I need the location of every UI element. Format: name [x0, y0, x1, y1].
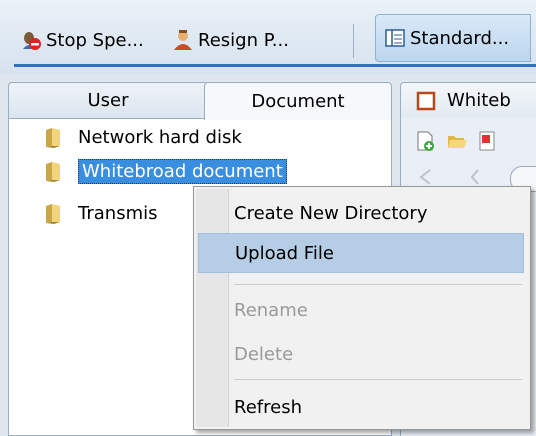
stop-speaking-label: Stop Spe... [46, 29, 144, 51]
menu-item-refresh[interactable]: Refresh [198, 387, 524, 427]
menu-item-label: Create New Directory [234, 202, 428, 224]
folder-icon [44, 126, 64, 148]
tab-user[interactable]: User [8, 82, 208, 118]
menu-item-label: Refresh [234, 396, 302, 418]
menu-item-label: Upload File [235, 242, 334, 264]
folder-icon [44, 160, 64, 182]
folder-icon [44, 202, 64, 224]
stop-speaking-icon [20, 29, 42, 51]
tab-user-label: User [87, 90, 129, 111]
toolbar-underline [14, 64, 536, 67]
tree-item-label: Network hard disk [78, 126, 242, 148]
tab-document[interactable]: Document [204, 82, 392, 120]
menu-item-delete[interactable]: Delete [198, 334, 524, 374]
menu-item-label: Delete [234, 343, 294, 365]
new-page-icon[interactable] [414, 130, 436, 152]
open-folder-icon[interactable] [446, 130, 468, 152]
tree-item-whiteboard-document[interactable]: Whitebroad document [44, 156, 287, 186]
layout-icon [384, 27, 406, 49]
main-toolbar: Stop Spe... Resign P... Standard... [0, 0, 536, 74]
resign-presenter-button[interactable]: Resign P... [172, 18, 344, 62]
toolbar-separator [353, 24, 354, 58]
menu-item-upload-file[interactable]: Upload File [198, 233, 524, 273]
whiteboard-icon [415, 90, 437, 112]
menu-separator [234, 379, 522, 380]
back-arrow-icon[interactable] [418, 168, 432, 186]
layout-standard-button[interactable]: Standard... [375, 14, 531, 62]
tree-item-network-hard-disk[interactable]: Network hard disk [44, 122, 242, 152]
tab-whiteboard[interactable]: Whiteb [400, 82, 536, 118]
tree-item-transmission[interactable]: Transmis [44, 198, 157, 228]
context-menu: Create New Directory Upload File Rename … [193, 186, 531, 430]
tab-document-label: Document [251, 91, 345, 112]
menu-item-create-directory[interactable]: Create New Directory [198, 193, 524, 233]
menu-item-rename[interactable]: Rename [198, 290, 524, 330]
tab-whiteboard-label: Whiteb [447, 90, 511, 111]
stop-speaking-button[interactable]: Stop Spe... [20, 18, 168, 62]
resign-presenter-icon [172, 29, 194, 51]
resign-presenter-label: Resign P... [198, 29, 289, 51]
tree-item-label: Transmis [78, 202, 158, 224]
menu-separator [234, 284, 522, 285]
document-icon[interactable] [476, 130, 498, 152]
tree-item-label: Whitebroad document [78, 158, 287, 184]
layout-standard-label: Standard... [410, 27, 510, 49]
forward-arrow-icon[interactable] [468, 168, 482, 186]
menu-item-label: Rename [234, 299, 308, 321]
